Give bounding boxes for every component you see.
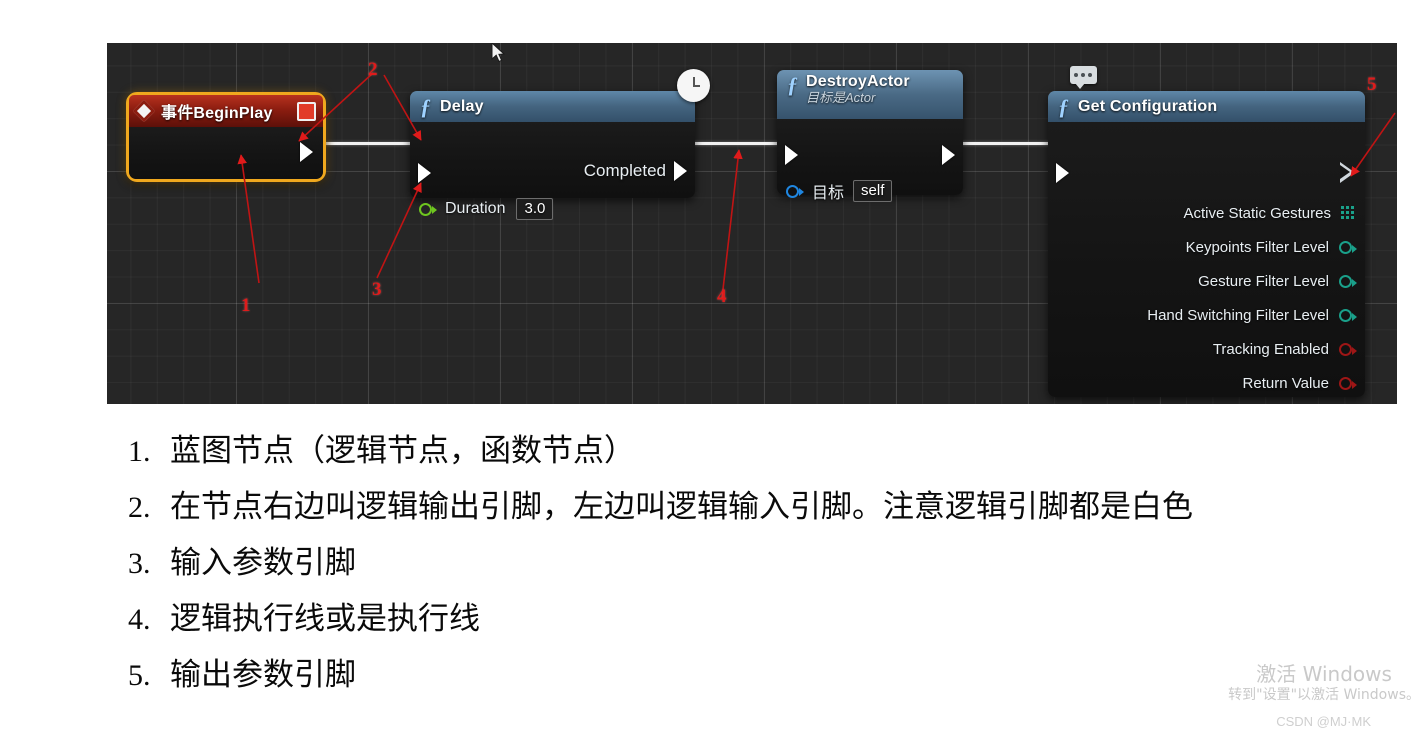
output-row-active-static-gestures: Active Static Gestures xyxy=(1183,205,1356,222)
list-item-text: 在节点右边叫逻辑输出引脚，左边叫逻辑输入引脚。注意逻辑引脚都是白色 xyxy=(170,489,1193,525)
array-pin-active-static-gestures[interactable] xyxy=(1341,206,1356,221)
input-row-duration: Duration 3.0 xyxy=(419,198,554,221)
output-label-hand-switching-filter-level: Hand Switching Filter Level xyxy=(1147,307,1329,324)
function-f-icon: ƒ xyxy=(1058,93,1069,119)
node-delay[interactable]: ƒ Delay Completed Duration 3.0 xyxy=(410,69,710,221)
exec-output-pin-delay[interactable] xyxy=(674,161,687,181)
list-item: 4. 逻辑执行线或是执行线 xyxy=(128,604,1398,635)
exec-input-pin-getconfiguration[interactable] xyxy=(1056,163,1069,183)
output-row-hand-switching-filter-level: Hand Switching Filter Level xyxy=(1147,307,1357,324)
node-subtitle-destroyactor: 目标是Actor xyxy=(806,89,876,105)
duration-value-field[interactable]: 3.0 xyxy=(516,198,554,221)
node-body-beginplay xyxy=(129,127,323,179)
bool-pin-tracking-enabled[interactable] xyxy=(1339,343,1357,356)
list-item-number: 2. xyxy=(128,491,151,524)
list-item-number: 5. xyxy=(128,659,151,692)
list-item-number: 3. xyxy=(128,547,151,580)
enum-pin-hand-switching-filter-level[interactable] xyxy=(1339,309,1357,322)
output-row-return-value: Return Value xyxy=(1242,375,1357,392)
exec-output-row-delay: Completed xyxy=(584,161,687,181)
list-item-text: 逻辑执行线或是执行线 xyxy=(170,601,480,637)
exec-input-pin-destroyactor[interactable] xyxy=(785,145,798,165)
comment-bubble-icon[interactable] xyxy=(1070,66,1097,89)
output-row-keypoints-filter-level: Keypoints Filter Level xyxy=(1185,239,1357,256)
target-value-field[interactable]: self xyxy=(853,179,893,203)
input-row-target: 目标 self xyxy=(786,179,893,203)
event-diamond-icon xyxy=(132,99,156,123)
red-square-icon[interactable] xyxy=(297,101,316,121)
list-item-number: 1. xyxy=(128,435,151,468)
node-header-getconfiguration: ƒ Get Configuration xyxy=(1048,91,1365,122)
list-item: 2. 在节点右边叫逻辑输出引脚，左边叫逻辑输入引脚。注意逻辑引脚都是白色 xyxy=(128,492,1398,523)
node-title-destroyactor: DestroyActor xyxy=(806,73,910,90)
function-f-icon: ƒ xyxy=(420,93,431,119)
list-item-text: 输入参数引脚 xyxy=(170,545,356,581)
exec-output-pin-getconfiguration[interactable] xyxy=(1340,162,1355,183)
output-label-gesture-filter-level: Gesture Filter Level xyxy=(1198,273,1329,290)
output-label-return-value: Return Value xyxy=(1242,375,1329,392)
enum-pin-gesture-filter-level[interactable] xyxy=(1339,275,1357,288)
output-label-tracking-enabled: Tracking Enabled xyxy=(1212,341,1329,358)
node-title-getconfiguration: Get Configuration xyxy=(1078,97,1218,115)
node-body-getconfiguration: Active Static Gestures Keypoints Filter … xyxy=(1048,122,1365,397)
node-event-beginplay[interactable]: 事件BeginPlay xyxy=(126,92,326,182)
node-get-configuration[interactable]: ƒ Get Configuration Active Static Gestur… xyxy=(1048,66,1365,397)
list-item-number: 4. xyxy=(128,603,151,636)
list-item: 3. 输入参数引脚 xyxy=(128,548,1398,579)
node-body-destroyactor: 目标 self xyxy=(777,119,963,203)
output-row-tracking-enabled: Tracking Enabled xyxy=(1212,341,1357,358)
node-header-delay: ƒ Delay xyxy=(410,91,695,122)
annotation-number-3: 3 xyxy=(372,279,382,300)
enum-pin-keypoints-filter-level[interactable] xyxy=(1339,241,1357,254)
exec-input-pin-delay[interactable] xyxy=(418,163,431,183)
list-item-text: 输出参数引脚 xyxy=(170,657,356,693)
node-title-delay: Delay xyxy=(440,97,484,115)
clock-icon xyxy=(677,69,710,102)
explanation-list: 1. 蓝图节点（逻辑节点，函数节点） 2. 在节点右边叫逻辑输出引脚，左边叫逻辑… xyxy=(128,436,1398,716)
list-item: 5. 输出参数引脚 xyxy=(128,660,1398,691)
output-label-keypoints-filter-level: Keypoints Filter Level xyxy=(1185,239,1329,256)
exec-output-pin-beginplay[interactable] xyxy=(300,142,313,162)
annotation-number-2: 2 xyxy=(368,59,378,80)
input-label-target: 目标 xyxy=(812,185,845,202)
exec-output-pin-destroyactor[interactable] xyxy=(942,145,955,165)
csdn-watermark: CSDN @MJ·MK xyxy=(1276,714,1371,729)
annotation-number-5: 5 xyxy=(1367,74,1377,95)
function-f-icon: ƒ xyxy=(787,72,798,97)
node-destroyactor[interactable]: ƒ DestroyActor 目标是Actor 目标 self xyxy=(777,70,963,203)
list-item: 1. 蓝图节点（逻辑节点，函数节点） xyxy=(128,436,1398,467)
exec-output-label-delay: Completed xyxy=(583,161,666,180)
list-item-text: 蓝图节点（逻辑节点，函数节点） xyxy=(170,433,635,469)
output-row-gesture-filter-level: Gesture Filter Level xyxy=(1198,273,1357,290)
float-pin-duration[interactable] xyxy=(419,202,437,216)
node-header-destroyactor: ƒ DestroyActor 目标是Actor xyxy=(777,70,963,119)
bool-pin-return-value[interactable] xyxy=(1339,377,1357,390)
blueprint-graph-canvas[interactable]: 事件BeginPlay ƒ Delay Completed Duration 3… xyxy=(107,43,1397,404)
annotation-number-1: 1 xyxy=(241,295,251,316)
node-title-beginplay: 事件BeginPlay xyxy=(161,105,273,122)
node-body-delay: Completed Duration 3.0 xyxy=(410,122,695,221)
input-label-duration: Duration xyxy=(445,200,506,218)
exec-wire-delay-to-destroyactor xyxy=(688,142,787,145)
node-header-beginplay: 事件BeginPlay xyxy=(129,95,323,127)
object-pin-target[interactable] xyxy=(786,184,804,198)
annotation-number-4: 4 xyxy=(717,286,727,307)
output-label-active-static-gestures: Active Static Gestures xyxy=(1183,205,1331,222)
mouse-pointer-icon xyxy=(491,43,506,63)
